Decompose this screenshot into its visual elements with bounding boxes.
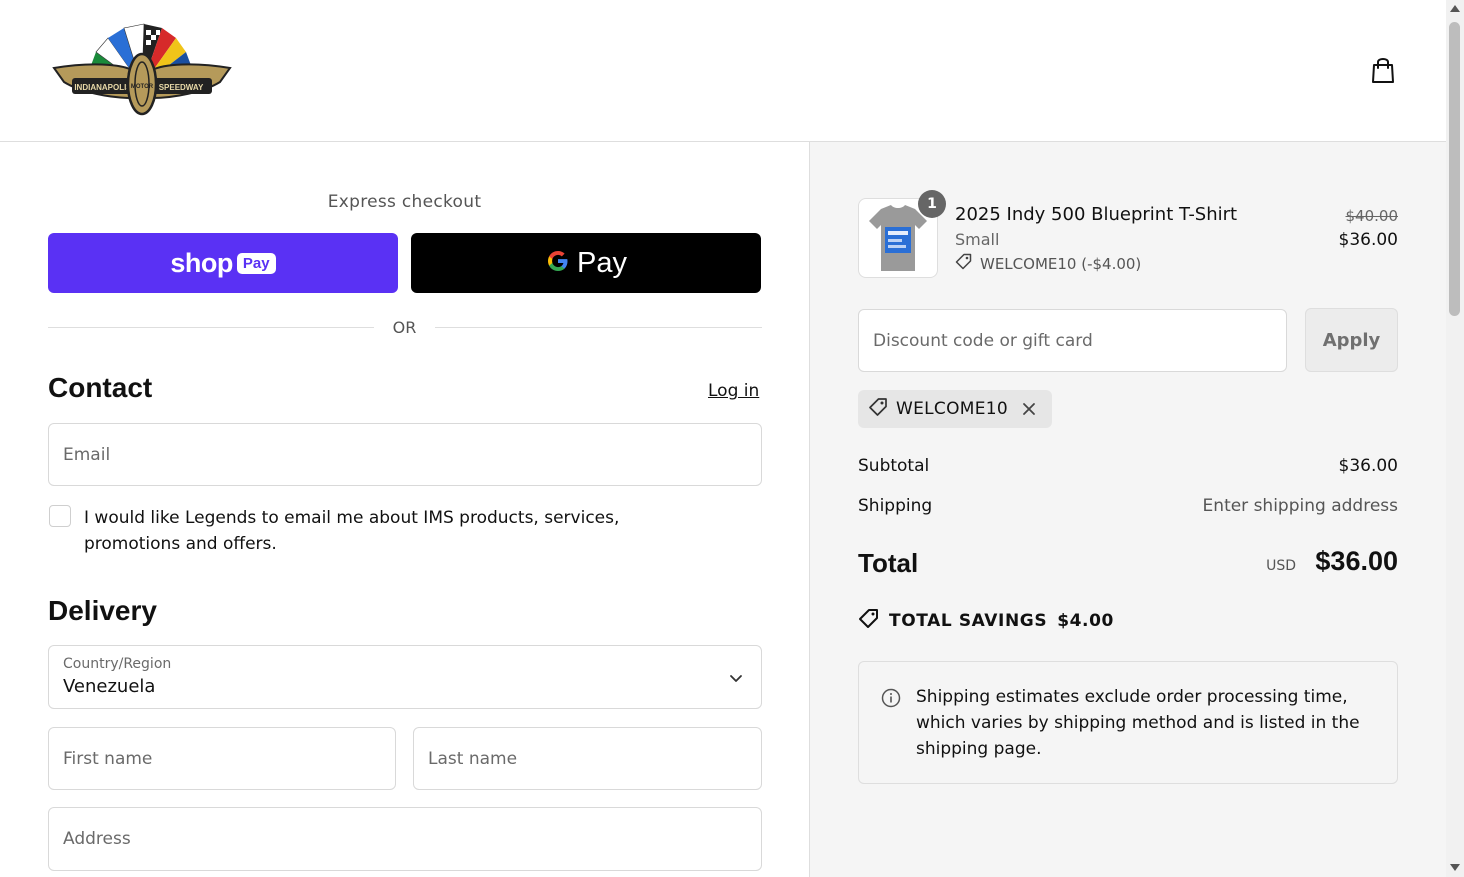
express-checkout-label: Express checkout	[327, 192, 482, 212]
product-discount-line: WELCOME10 (-$4.00)	[955, 253, 1141, 274]
marketing-checkbox[interactable]	[49, 505, 71, 527]
divider-right	[435, 327, 762, 328]
total-currency: USD	[1266, 558, 1296, 574]
product-discount-text: WELCOME10 (-$4.00)	[980, 254, 1142, 273]
tag-icon	[868, 397, 888, 421]
last-name-input[interactable]	[414, 728, 761, 789]
address-input[interactable]	[49, 808, 761, 870]
product-variant: Small	[955, 230, 1000, 249]
shipping-label: Shipping	[858, 496, 933, 516]
google-g-icon	[545, 248, 571, 278]
login-link[interactable]: Log in	[708, 381, 759, 401]
google-pay-word: Pay	[577, 246, 627, 279]
scrollbar-thumb[interactable]	[1449, 22, 1460, 316]
product-name: 2025 Indy 500 Blueprint T-Shirt	[955, 204, 1238, 225]
savings-tag-icon	[858, 608, 879, 634]
marketing-opt-in-label: I would like Legends to email me about I…	[84, 508, 620, 554]
address-field[interactable]: Address	[48, 807, 762, 871]
country-select[interactable]: Country/Region Venezuela	[48, 645, 762, 709]
scroll-up-arrow-icon[interactable]	[1450, 5, 1460, 12]
quantity-badge: 1	[918, 190, 946, 218]
first-name-field[interactable]: First name	[48, 727, 396, 790]
shipping-value: Enter shipping address	[1202, 496, 1398, 516]
discounted-price: $36.00	[1338, 230, 1398, 250]
original-price: $40.00	[1345, 207, 1399, 225]
shipping-notice: Shipping estimates exclude order process…	[858, 661, 1398, 784]
savings-label: TOTAL SAVINGS	[889, 611, 1048, 631]
country-label: Country/Region	[63, 656, 172, 672]
site-header: INDIANAPOLIS SPEEDWAY MOTOR	[0, 0, 1446, 142]
total-value: $36.00	[1315, 546, 1398, 576]
logo-text-center: MOTOR	[131, 84, 154, 90]
contact-title: Contact	[48, 372, 153, 403]
shop-pay-pill: Pay	[236, 252, 276, 274]
apply-button[interactable]: Apply	[1305, 308, 1398, 372]
divider-left	[48, 327, 374, 328]
ims-logo[interactable]: INDIANAPOLIS SPEEDWAY MOTOR	[50, 22, 234, 118]
logo-text-right: SPEEDWAY	[159, 83, 204, 92]
applied-code-text: WELCOME10	[896, 399, 1009, 419]
shop-pay-word: shop	[170, 247, 233, 278]
subtotal-label: Subtotal	[858, 456, 930, 476]
email-input[interactable]	[49, 424, 761, 485]
info-icon	[881, 688, 901, 712]
country-value: Venezuela	[63, 676, 156, 697]
subtotal-value: $36.00	[1338, 456, 1398, 476]
applied-code-chip: WELCOME10	[858, 390, 1052, 428]
discount-code-field[interactable]: Discount code or gift card	[858, 309, 1287, 372]
shipping-notice-text: Shipping estimates exclude order process…	[916, 687, 1360, 759]
total-label: Total	[858, 548, 919, 578]
cart-button[interactable]	[1366, 55, 1400, 89]
or-separator: OR	[392, 318, 417, 337]
scroll-down-arrow-icon[interactable]	[1450, 864, 1460, 871]
email-field[interactable]: Email	[48, 423, 762, 486]
chevron-down-icon	[729, 670, 743, 689]
first-name-input[interactable]	[49, 728, 395, 789]
google-pay-button[interactable]: Pay	[411, 233, 761, 293]
savings-value: $4.00	[1057, 611, 1114, 631]
last-name-field[interactable]: Last name	[413, 727, 762, 790]
delivery-title: Delivery	[48, 595, 157, 626]
shopping-bag-icon	[1371, 56, 1395, 88]
shop-pay-button[interactable]: shop Pay	[48, 233, 398, 293]
logo-text-left: INDIANAPOLIS	[74, 83, 132, 92]
remove-code-close-icon[interactable]	[1022, 402, 1036, 416]
page-scrollbar[interactable]	[1446, 0, 1464, 877]
discount-placeholder: Discount code or gift card	[873, 330, 1093, 351]
total-savings: TOTAL SAVINGS $4.00	[858, 608, 1114, 634]
tag-icon	[955, 253, 972, 274]
